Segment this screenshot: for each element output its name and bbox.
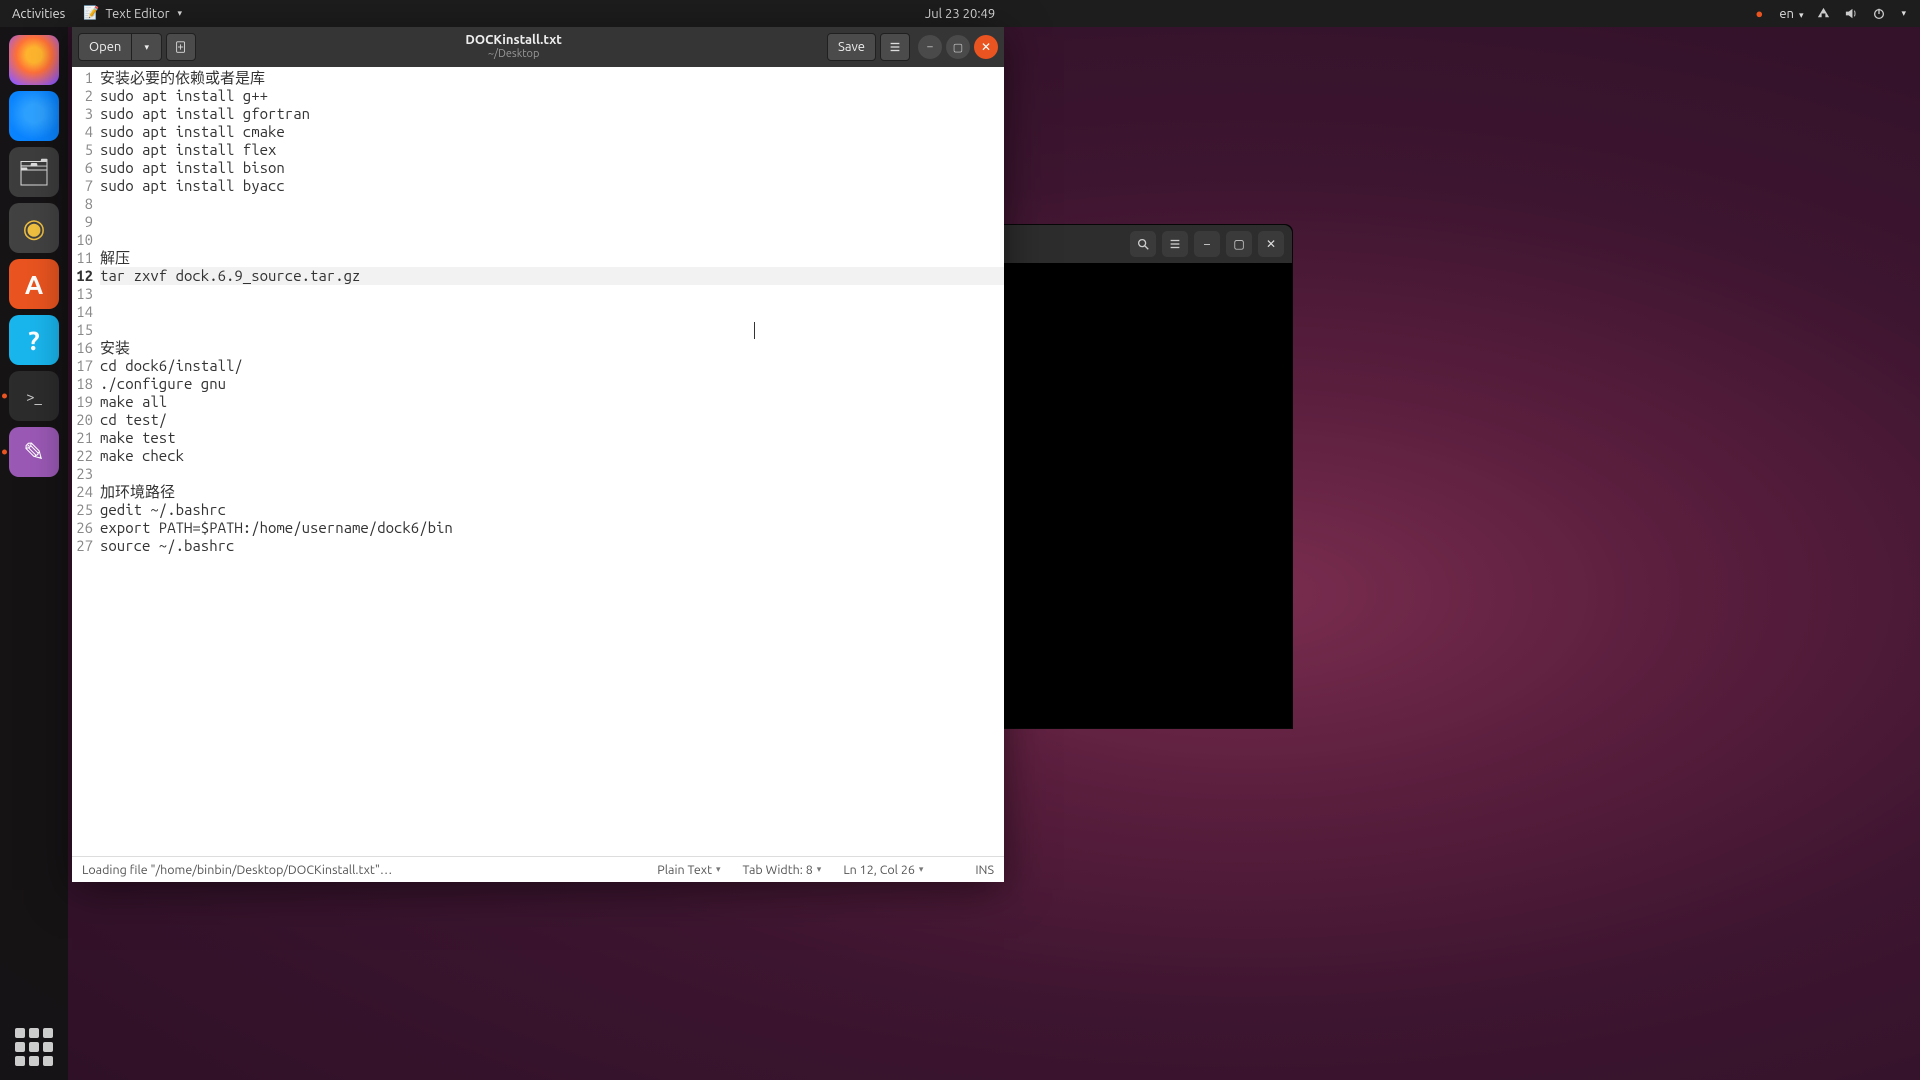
editor-area[interactable]: 1234567891011121314151617181920212223242… <box>72 67 1004 856</box>
open-button[interactable]: Open <box>78 33 132 61</box>
dock-thunderbird[interactable] <box>9 91 59 141</box>
code-line[interactable]: sudo apt install gfortran <box>100 105 1004 123</box>
terminal-search-button[interactable] <box>1130 231 1156 257</box>
code-line[interactable]: 安装必要的依赖或者是库 <box>100 69 1004 87</box>
app-menu-label: Text Editor <box>106 7 170 21</box>
code-line[interactable] <box>100 195 1004 213</box>
terminal-menu-button[interactable] <box>1162 231 1188 257</box>
chevron-down-icon: ▾ <box>145 42 150 53</box>
code-line[interactable]: make check <box>100 447 1004 465</box>
hamburger-menu-button[interactable] <box>880 33 910 61</box>
code-line[interactable]: gedit ~/.bashrc <box>100 501 1004 519</box>
text-editor-window[interactable]: Open ▾ DOCKinstall.txt ~/Desktop Save – … <box>72 27 1004 882</box>
status-bar: Loading file "/home/binbin/Desktop/DOCKi… <box>72 856 1004 882</box>
open-recent-button[interactable]: ▾ <box>132 33 162 61</box>
code-line[interactable]: 安装 <box>100 339 1004 357</box>
activities-button[interactable]: Activities <box>12 7 65 21</box>
code-line[interactable]: tar zxvf dock.6.9_source.tar.gz <box>100 267 1004 285</box>
terminal-minimize-button[interactable]: – <box>1194 231 1220 257</box>
input-language[interactable]: en ▾ <box>1779 7 1803 21</box>
insert-mode[interactable]: INS <box>975 863 994 877</box>
code-line[interactable] <box>100 465 1004 483</box>
clock[interactable]: Jul 23 20:49 <box>925 7 995 21</box>
code-line[interactable]: sudo apt install cmake <box>100 123 1004 141</box>
top-panel: Activities 📝 Text Editor ▾ Jul 23 20:49 … <box>0 0 1920 27</box>
code-line[interactable] <box>100 321 1004 339</box>
status-message: Loading file "/home/binbin/Desktop/DOCKi… <box>82 863 392 877</box>
dock-terminal[interactable]: >_ <box>9 371 59 421</box>
document-title: DOCKinstall.txt <box>200 33 827 49</box>
window-maximize-button[interactable]: ▢ <box>946 35 970 59</box>
dock-rhythmbox[interactable]: ◉ <box>9 203 59 253</box>
dock-help[interactable]: ? <box>9 315 59 365</box>
dock-files[interactable]: 🗂 <box>9 147 59 197</box>
document-path: ~/Desktop <box>200 48 827 61</box>
dock-text-editor[interactable]: ✎ <box>9 427 59 477</box>
code-line[interactable]: export PATH=$PATH:/home/username/dock6/b… <box>100 519 1004 537</box>
code-line[interactable] <box>100 231 1004 249</box>
code-line[interactable] <box>100 303 1004 321</box>
app-menu[interactable]: 📝 Text Editor ▾ <box>83 6 182 21</box>
code-line[interactable]: make test <box>100 429 1004 447</box>
menu-icon <box>888 40 902 54</box>
text-editor-icon: 📝 <box>83 6 99 21</box>
gedit-headerbar[interactable]: Open ▾ DOCKinstall.txt ~/Desktop Save – … <box>72 27 1004 67</box>
text-content[interactable]: 安装必要的依赖或者是库sudo apt install g++sudo apt … <box>96 67 1004 856</box>
cursor-position[interactable]: Ln 12, Col 26 <box>843 863 953 877</box>
code-line[interactable] <box>100 285 1004 303</box>
window-close-button[interactable]: ✕ <box>974 35 998 59</box>
text-cursor <box>754 322 755 339</box>
code-line[interactable]: sudo apt install g++ <box>100 87 1004 105</box>
code-line[interactable]: source ~/.bashrc <box>100 537 1004 555</box>
chevron-down-icon: ▾ <box>178 8 183 19</box>
window-minimize-button[interactable]: – <box>918 35 942 59</box>
show-applications[interactable] <box>15 1028 53 1066</box>
terminal-window[interactable]: : ~ – ▢ ✕ <box>966 224 1293 729</box>
new-document-icon <box>174 40 188 54</box>
code-line[interactable]: make all <box>100 393 1004 411</box>
save-button[interactable]: Save <box>827 33 876 61</box>
network-icon[interactable] <box>1815 6 1831 22</box>
code-line[interactable]: cd dock6/install/ <box>100 357 1004 375</box>
dock-software[interactable]: A <box>9 259 59 309</box>
power-icon[interactable] <box>1871 6 1887 22</box>
dock: 🗂 ◉ A ? >_ ✎ <box>0 27 68 1080</box>
new-tab-button[interactable] <box>166 33 196 61</box>
code-line[interactable]: cd test/ <box>100 411 1004 429</box>
line-number-gutter: 1234567891011121314151617181920212223242… <box>72 67 96 856</box>
code-line[interactable]: sudo apt install byacc <box>100 177 1004 195</box>
screen-record-icon[interactable]: ● <box>1751 6 1767 22</box>
syntax-selector[interactable]: Plain Text <box>657 863 720 877</box>
code-line[interactable]: 加环境路径 <box>100 483 1004 501</box>
code-line[interactable] <box>100 213 1004 231</box>
tab-width-selector[interactable]: Tab Width: 8 <box>743 863 822 877</box>
code-line[interactable]: ./configure gnu <box>100 375 1004 393</box>
terminal-close-button[interactable]: ✕ <box>1258 231 1284 257</box>
code-line[interactable]: 解压 <box>100 249 1004 267</box>
code-line[interactable]: sudo apt install flex <box>100 141 1004 159</box>
terminal-headerbar[interactable]: : ~ – ▢ ✕ <box>967 225 1292 263</box>
code-line[interactable]: sudo apt install bison <box>100 159 1004 177</box>
system-menu-chevron-icon[interactable]: ▾ <box>1901 8 1906 19</box>
volume-icon[interactable] <box>1843 6 1859 22</box>
terminal-maximize-button[interactable]: ▢ <box>1226 231 1252 257</box>
dock-firefox[interactable] <box>9 35 59 85</box>
